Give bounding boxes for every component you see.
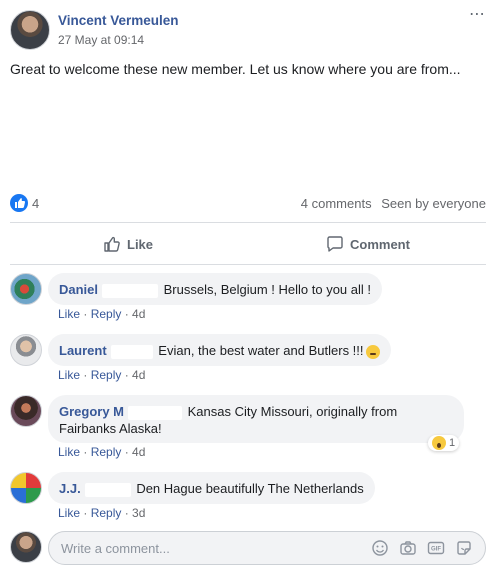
- comment-bubble: Daniel Brussels, Belgium ! Hello to you …: [48, 273, 383, 305]
- comment-input[interactable]: [61, 532, 351, 564]
- commenter-name[interactable]: Laurent: [59, 343, 107, 358]
- comment-item: Gregory M Kansas City Missouri, original…: [10, 395, 486, 463]
- comment-text: Evian, the best water and Butlers !!!: [158, 343, 364, 358]
- divider: [10, 222, 486, 223]
- comment-box[interactable]: GIF: [48, 531, 486, 565]
- comment-icon: [327, 236, 343, 252]
- author-avatar[interactable]: [10, 10, 50, 50]
- comment-reply-link[interactable]: Reply: [91, 445, 122, 459]
- comment-reply-link[interactable]: Reply: [91, 368, 122, 382]
- comment-like-link[interactable]: Like: [58, 506, 80, 520]
- comment-item: Laurent Evian, the best water and Butler…: [10, 334, 486, 384]
- camera-icon[interactable]: [399, 539, 417, 557]
- divider: [10, 264, 486, 265]
- wink-emoji-icon: [365, 344, 380, 359]
- comment-like-link[interactable]: Like: [58, 368, 80, 382]
- comment-reactions[interactable]: 1: [428, 435, 460, 451]
- comment-age[interactable]: 4d: [132, 445, 145, 459]
- current-user-avatar: [10, 531, 42, 563]
- like-reaction-icon[interactable]: [10, 194, 28, 212]
- post-actions: Like Comment: [10, 226, 486, 262]
- comment-item: Daniel Brussels, Belgium ! Hello to you …: [10, 273, 486, 323]
- commenter-avatar[interactable]: [10, 395, 42, 427]
- comment-age[interactable]: 4d: [132, 307, 145, 321]
- reactions-summary: 4 4 comments Seen by everyone: [10, 194, 486, 214]
- sticker-icon[interactable]: [455, 539, 473, 557]
- reaction-count: 1: [449, 437, 456, 449]
- comment-reply-link[interactable]: Reply: [91, 307, 122, 321]
- post-header: Vincent Vermeulen 27 May at 09:14 ⋯: [10, 6, 486, 50]
- like-count[interactable]: 4: [32, 196, 39, 211]
- comment-age[interactable]: 3d: [132, 506, 145, 520]
- author-name[interactable]: Vincent Vermeulen: [58, 13, 179, 28]
- post-timestamp[interactable]: 27 May at 09:14: [58, 33, 144, 47]
- comment-composer: GIF: [10, 531, 486, 565]
- comment-text: Brussels, Belgium ! Hello to you all !: [163, 282, 372, 297]
- comment-reply-link[interactable]: Reply: [91, 506, 122, 520]
- comment-actions: Like · Reply · 4d: [58, 307, 146, 321]
- comment-button-label: Comment: [350, 236, 410, 252]
- commenter-avatar[interactable]: [10, 472, 42, 504]
- redacted-surname: [84, 482, 131, 497]
- gif-icon[interactable]: GIF: [427, 539, 445, 557]
- comment-text: Den Hague beautifully The Netherlands: [136, 481, 364, 496]
- svg-text:GIF: GIF: [431, 547, 441, 553]
- commenter-name[interactable]: Gregory M: [59, 404, 124, 419]
- redacted-surname: [102, 283, 159, 298]
- commenter-avatar[interactable]: [10, 334, 42, 366]
- comment-count[interactable]: 4 comments: [301, 196, 372, 211]
- more-options-icon[interactable]: ⋯: [469, 4, 486, 24]
- post-text: Great to welcome these new member. Let u…: [10, 61, 461, 77]
- comment-actions: Like · Reply · 3d: [58, 506, 146, 520]
- comment-age[interactable]: 4d: [132, 368, 145, 382]
- comment-like-link[interactable]: Like: [58, 445, 80, 459]
- post-meta: 4 comments Seen by everyone: [295, 196, 486, 211]
- commenter-name[interactable]: Daniel: [59, 282, 98, 297]
- emoji-icon[interactable]: [371, 539, 389, 557]
- commenter-avatar[interactable]: [10, 273, 42, 305]
- comment-bubble: Laurent Evian, the best water and Butler…: [48, 334, 391, 366]
- comment-item: J.J. Den Hague beautifully The Netherlan…: [10, 472, 486, 522]
- comment-actions: Like · Reply · 4d: [58, 368, 146, 382]
- comment-button[interactable]: Comment: [326, 226, 410, 262]
- like-button[interactable]: Like: [103, 226, 153, 262]
- commenter-name[interactable]: J.J.: [59, 481, 81, 496]
- thumbs-up-icon: [104, 236, 120, 252]
- comment-bubble: J.J. Den Hague beautifully The Netherlan…: [48, 472, 375, 504]
- comment-bubble: Gregory M Kansas City Missouri, original…: [48, 395, 464, 443]
- comment-actions: Like · Reply · 4d: [58, 445, 146, 459]
- wow-reaction-icon: [432, 436, 446, 450]
- redacted-surname: [110, 344, 153, 359]
- redacted-surname: [128, 405, 183, 420]
- comment-like-link[interactable]: Like: [58, 307, 80, 321]
- seen-by[interactable]: Seen by everyone: [381, 196, 486, 211]
- like-button-label: Like: [127, 236, 154, 252]
